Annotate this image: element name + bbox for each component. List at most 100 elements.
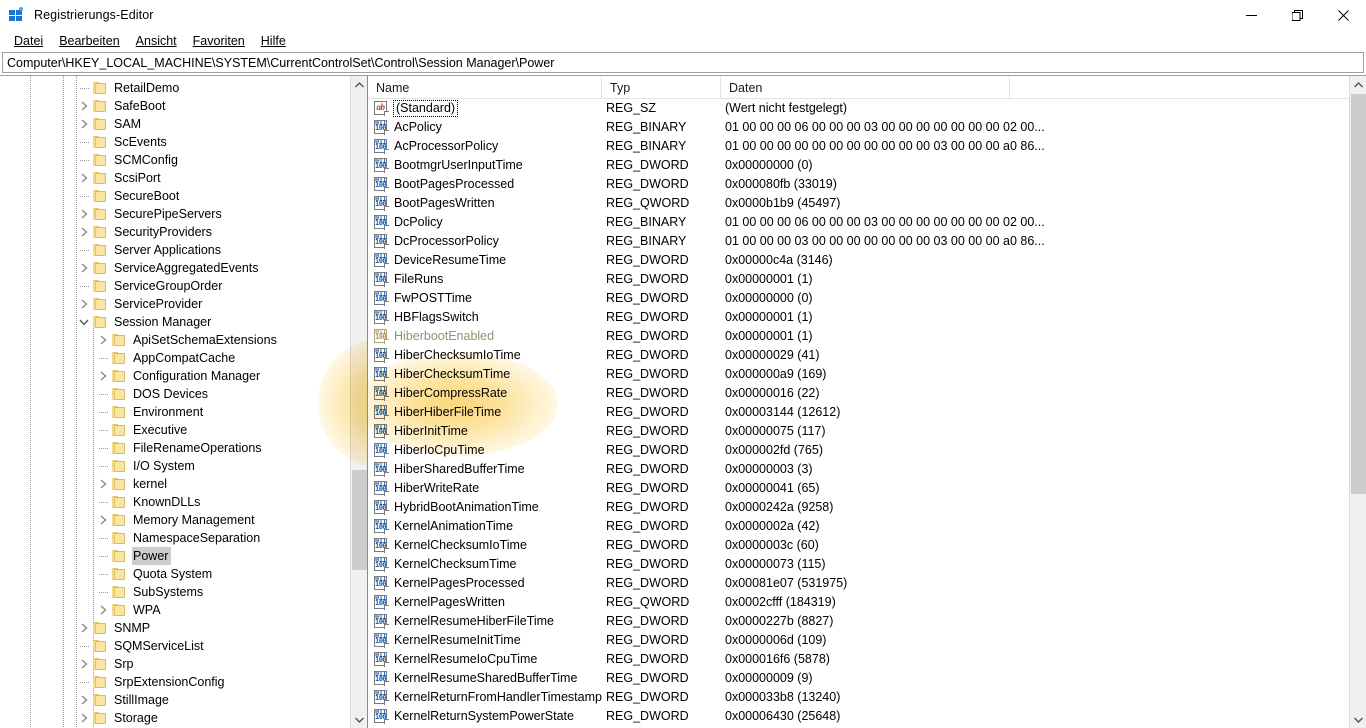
column-header-type[interactable]: Typ: [602, 76, 721, 99]
tree-item-secureboot[interactable]: SecureBoot: [0, 187, 350, 205]
tree-item-memory-management[interactable]: Memory Management: [0, 511, 350, 529]
tree-item-apisetschemaextensions[interactable]: ApiSetSchemaExtensions: [0, 331, 350, 349]
tree-item-safeboot[interactable]: SafeBoot: [0, 97, 350, 115]
value-row[interactable]: 011 100 AcProcessorPolicy REG_BINARY 01 00 0…: [368, 137, 1349, 156]
tree-item-serviceprovider[interactable]: ServiceProvider: [0, 295, 350, 313]
tree-item-i-o-system[interactable]: I/O System: [0, 457, 350, 475]
close-button[interactable]: [1320, 0, 1366, 30]
chevron-right-icon[interactable]: [95, 601, 111, 619]
value-row[interactable]: ab (Standard) REG_SZ (Wert nicht festgelegt…: [368, 99, 1349, 118]
value-row[interactable]: 011 100 HBFlagsSwitch REG_DWORD 0x00000001 (…: [368, 308, 1349, 327]
tree-item-storage[interactable]: Storage: [0, 709, 350, 727]
value-row[interactable]: 011 100 DcProcessorPolicy REG_BINARY 01 00 0…: [368, 232, 1349, 251]
value-row[interactable]: 011 100 KernelResumeSharedBufferTime REG_DW…: [368, 669, 1349, 688]
minimize-button[interactable]: [1228, 0, 1274, 30]
tree-item-srpextensionconfig[interactable]: SrpExtensionConfig: [0, 673, 350, 691]
tree-item-executive[interactable]: Executive: [0, 421, 350, 439]
tree-item-retaildemo[interactable]: RetailDemo: [0, 79, 350, 97]
tree-item-environment[interactable]: Environment: [0, 403, 350, 421]
values-scroll-thumb[interactable]: [1351, 94, 1366, 494]
chevron-right-icon[interactable]: [76, 169, 92, 187]
value-row[interactable]: 011 100 HiberCompressRate REG_DWORD 0x000000…: [368, 384, 1349, 403]
menu-ansicht[interactable]: Ansicht: [128, 32, 185, 51]
tree-item-stillimage[interactable]: StillImage: [0, 691, 350, 709]
value-row[interactable]: 011 100 KernelReturnFromHandlerTimestamp RE…: [368, 688, 1349, 707]
chevron-right-icon[interactable]: [76, 295, 92, 313]
tree-vertical-scrollbar[interactable]: [350, 76, 367, 728]
tree-scroll-up-arrow[interactable]: [351, 76, 367, 93]
tree-item-power[interactable]: Power: [0, 547, 350, 565]
tree-item-scevents[interactable]: ScEvents: [0, 133, 350, 151]
tree-item-namespaceseparation[interactable]: NamespaceSeparation: [0, 529, 350, 547]
tree-item-filerenameoperations[interactable]: FileRenameOperations: [0, 439, 350, 457]
value-row[interactable]: 011 100 KernelChecksumTime REG_DWORD 0x00000…: [368, 555, 1349, 574]
chevron-right-icon[interactable]: [95, 475, 111, 493]
value-row[interactable]: 011 100 BootPagesProcessed REG_DWORD 0x00008…: [368, 175, 1349, 194]
value-row[interactable]: 011 100 FileRuns REG_DWORD 0x00000001 (1): [368, 270, 1349, 289]
tree-item-servicegrouporder[interactable]: ServiceGroupOrder: [0, 277, 350, 295]
column-header-name[interactable]: Name: [368, 76, 602, 99]
tree-item-scsiport[interactable]: ScsiPort: [0, 169, 350, 187]
tree-item-scmconfig[interactable]: SCMConfig: [0, 151, 350, 169]
tree-item-knowndlls[interactable]: KnownDLLs: [0, 493, 350, 511]
value-row[interactable]: 011 100 HiberHiberFileTime REG_DWORD 0x00003…: [368, 403, 1349, 422]
value-row[interactable]: 011 100 HiberChecksumTime REG_DWORD 0x000000…: [368, 365, 1349, 384]
menu-favoriten[interactable]: Favoriten: [185, 32, 253, 51]
tree-item-wpa[interactable]: WPA: [0, 601, 350, 619]
tree-item-dos-devices[interactable]: DOS Devices: [0, 385, 350, 403]
value-row[interactable]: 011 100 HiberInitTime REG_DWORD 0x00000075 (…: [368, 422, 1349, 441]
tree-item-appcompatcache[interactable]: AppCompatCache: [0, 349, 350, 367]
value-row[interactable]: 011 100 FwPOSTTime REG_DWORD 0x00000000 (0): [368, 289, 1349, 308]
value-row[interactable]: 011 100 HiberSharedBufferTime REG_DWORD 0x00…: [368, 460, 1349, 479]
value-row[interactable]: 011 100 DcPolicy REG_BINARY 01 00 00 00 06 0…: [368, 213, 1349, 232]
chevron-down-icon[interactable]: [76, 313, 92, 331]
chevron-right-icon[interactable]: [76, 655, 92, 673]
value-row[interactable]: 011 100 BootPagesWritten REG_QWORD 0x0000b1b…: [368, 194, 1349, 213]
chevron-right-icon[interactable]: [76, 259, 92, 277]
chevron-right-icon[interactable]: [95, 511, 111, 529]
value-row[interactable]: 011 100 KernelReturnSystemPowerState REG_DW…: [368, 707, 1349, 726]
value-row[interactable]: 011 100 HiberWriteRate REG_DWORD 0x00000041 …: [368, 479, 1349, 498]
restore-button[interactable]: [1274, 0, 1320, 30]
value-row[interactable]: 011 100 BootmgrUserInputTime REG_DWORD 0x000…: [368, 156, 1349, 175]
tree-item-serviceaggregatedevents[interactable]: ServiceAggregatedEvents: [0, 259, 350, 277]
value-row[interactable]: 011 100 KernelPagesProcessed REG_DWORD 0x000…: [368, 574, 1349, 593]
value-row[interactable]: 011 100 AcPolicy REG_BINARY 01 00 00 00 06 0…: [368, 118, 1349, 137]
tree-item-sqmservicelist[interactable]: SQMServiceList: [0, 637, 350, 655]
chevron-right-icon[interactable]: [76, 691, 92, 709]
menu-datei[interactable]: Datei: [6, 32, 51, 51]
chevron-right-icon[interactable]: [95, 331, 111, 349]
value-row[interactable]: 011 100 HybridBootAnimationTime REG_DWORD 0x…: [368, 498, 1349, 517]
value-row[interactable]: 011 100 KernelChecksumIoTime REG_DWORD 0x000…: [368, 536, 1349, 555]
chevron-right-icon[interactable]: [76, 709, 92, 727]
values-scroll-down-arrow[interactable]: [1350, 711, 1366, 728]
chevron-right-icon[interactable]: [76, 205, 92, 223]
value-row[interactable]: 011 100 HiberbootEnabled REG_DWORD 0x0000000…: [368, 327, 1349, 346]
chevron-right-icon[interactable]: [76, 223, 92, 241]
value-row[interactable]: 011 100 HiberIoCpuTime REG_DWORD 0x000002fd …: [368, 441, 1349, 460]
chevron-right-icon[interactable]: [76, 115, 92, 133]
tree-item-configuration-manager[interactable]: Configuration Manager: [0, 367, 350, 385]
values-vertical-scrollbar[interactable]: [1349, 76, 1366, 728]
tree-item-kernel[interactable]: kernel: [0, 475, 350, 493]
tree-item-snmp[interactable]: SNMP: [0, 619, 350, 637]
column-header-data[interactable]: Daten: [721, 76, 1010, 99]
value-row[interactable]: 011 100 KernelResumeInitTime REG_DWORD 0x000…: [368, 631, 1349, 650]
tree-item-quota-system[interactable]: Quota System: [0, 565, 350, 583]
value-row[interactable]: 011 100 KernelResumeHiberFileTime REG_DWORD…: [368, 612, 1349, 631]
tree-item-server-applications[interactable]: Server Applications: [0, 241, 350, 259]
tree-scroll-thumb[interactable]: [352, 470, 367, 570]
value-row[interactable]: 011 100 DeviceResumeTime REG_DWORD 0x00000c4…: [368, 251, 1349, 270]
tree-item-subsystems[interactable]: SubSystems: [0, 583, 350, 601]
tree-scroll-down-arrow[interactable]: [351, 711, 367, 728]
menu-bearbeiten[interactable]: Bearbeiten: [51, 32, 127, 51]
chevron-right-icon[interactable]: [95, 367, 111, 385]
value-row[interactable]: 011 100 KernelPagesWritten REG_QWORD 0x0002c…: [368, 593, 1349, 612]
chevron-right-icon[interactable]: [76, 619, 92, 637]
menu-hilfe[interactable]: Hilfe: [253, 32, 294, 51]
value-row[interactable]: 011 100 KernelAnimationTime REG_DWORD 0x0000…: [368, 517, 1349, 536]
tree-item-session-manager[interactable]: Session Manager: [0, 313, 350, 331]
address-bar[interactable]: Computer\HKEY_LOCAL_MACHINE\SYSTEM\Curre…: [2, 52, 1364, 73]
tree-item-srp[interactable]: Srp: [0, 655, 350, 673]
value-row[interactable]: 011 100 KernelResumeIoCpuTime REG_DWORD 0x00…: [368, 650, 1349, 669]
